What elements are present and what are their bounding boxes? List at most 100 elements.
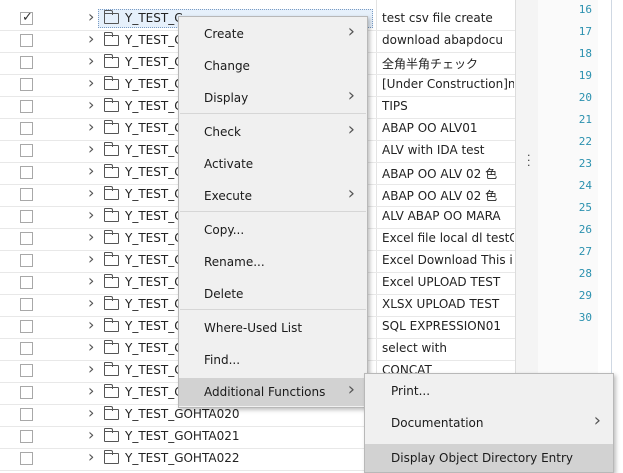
chevron-right-icon[interactable]: › bbox=[88, 7, 94, 26]
object-description: 全角半角チェック bbox=[382, 57, 479, 71]
row-checkbox[interactable] bbox=[20, 100, 33, 113]
menu-item-label: Find... bbox=[204, 353, 241, 367]
chevron-right-icon[interactable]: › bbox=[88, 29, 94, 48]
menu-item-copy[interactable]: Copy... bbox=[179, 216, 367, 244]
row-checkbox[interactable] bbox=[20, 364, 33, 377]
line-number: 30 bbox=[578, 311, 592, 324]
object-name: Y_TEST_C bbox=[125, 99, 183, 113]
menu-item-change[interactable]: Change bbox=[179, 52, 367, 80]
chevron-right-icon[interactable]: › bbox=[88, 117, 94, 136]
submenu-item-print[interactable]: Print... bbox=[365, 377, 613, 405]
chevron-right-icon[interactable]: › bbox=[88, 447, 94, 466]
chevron-right-icon[interactable]: › bbox=[88, 337, 94, 356]
chevron-right-icon[interactable]: › bbox=[88, 227, 94, 246]
row-checkbox[interactable] bbox=[20, 78, 33, 91]
row-checkbox[interactable] bbox=[20, 56, 33, 69]
folder-icon bbox=[104, 340, 119, 354]
row-checkbox[interactable] bbox=[20, 144, 33, 157]
row-checkbox[interactable] bbox=[20, 452, 33, 465]
menu-item-additional-functions[interactable]: Additional Functions › bbox=[179, 378, 367, 406]
chevron-right-icon[interactable]: › bbox=[88, 425, 94, 444]
chevron-right-icon[interactable]: › bbox=[88, 205, 94, 224]
object-name: Y_TEST_C bbox=[125, 231, 183, 245]
chevron-right-icon[interactable]: › bbox=[88, 249, 94, 268]
menu-item-label: Additional Functions bbox=[204, 385, 326, 399]
chevron-right-icon[interactable]: › bbox=[88, 293, 94, 312]
chevron-right-icon[interactable]: › bbox=[88, 271, 94, 290]
object-name: Y_TEST_C bbox=[125, 33, 183, 47]
row-checkbox[interactable] bbox=[20, 188, 33, 201]
object-name: Y_TEST_C bbox=[125, 275, 183, 289]
row-checkbox[interactable] bbox=[20, 232, 33, 245]
object-description: TIPS bbox=[382, 99, 408, 113]
menu-item-find[interactable]: Find... bbox=[179, 346, 367, 374]
menu-item-activate[interactable]: Activate bbox=[179, 150, 367, 178]
chevron-right-icon[interactable]: › bbox=[88, 403, 94, 422]
submenu-item-display-object-directory-entry[interactable]: Display Object Directory Entry bbox=[365, 444, 613, 472]
row-checkbox[interactable] bbox=[20, 386, 33, 399]
chevron-right-icon[interactable]: › bbox=[88, 315, 94, 334]
menu-item-label: Documentation bbox=[391, 416, 484, 430]
folder-icon bbox=[104, 32, 119, 46]
menu-item-rename[interactable]: Rename... bbox=[179, 248, 367, 276]
row-checkbox[interactable] bbox=[20, 10, 33, 25]
menu-item-label: Where-Used List bbox=[204, 321, 303, 335]
line-number: 17 bbox=[578, 25, 592, 38]
object-name: Y_TEST_GOHTA022 bbox=[125, 451, 240, 465]
menu-item-label: Execute bbox=[204, 189, 252, 203]
chevron-right-icon[interactable]: › bbox=[88, 381, 94, 400]
object-name: Y_TEST_C bbox=[125, 297, 183, 311]
chevron-right-icon[interactable]: › bbox=[88, 161, 94, 180]
chevron-right-icon[interactable]: › bbox=[88, 139, 94, 158]
menu-item-display[interactable]: Display › bbox=[179, 84, 367, 112]
folder-icon bbox=[104, 54, 119, 68]
splitter-grip-icon[interactable]: · · · bbox=[527, 150, 531, 171]
chevron-right-icon[interactable]: › bbox=[88, 73, 94, 92]
folder-icon bbox=[104, 384, 119, 398]
row-checkbox[interactable] bbox=[20, 320, 33, 333]
object-description: [Under Construction]n bbox=[382, 77, 514, 91]
row-checkbox[interactable] bbox=[20, 122, 33, 135]
row-checkbox[interactable] bbox=[20, 298, 33, 311]
object-description: XLSX UPLOAD TEST bbox=[382, 297, 500, 311]
object-name: Y_TEST_C bbox=[125, 77, 183, 91]
menu-separator bbox=[180, 211, 366, 212]
row-checkbox[interactable] bbox=[20, 430, 33, 443]
submenu-arrow-icon: › bbox=[593, 410, 601, 431]
chevron-right-icon[interactable]: › bbox=[88, 183, 94, 202]
object-name: Y_TEST_C bbox=[125, 165, 183, 179]
line-number: 20 bbox=[578, 91, 592, 104]
menu-item-label: Check bbox=[204, 125, 241, 139]
chevron-right-icon[interactable]: › bbox=[88, 359, 94, 378]
row-checkbox[interactable] bbox=[20, 342, 33, 355]
row-checkbox[interactable] bbox=[20, 276, 33, 289]
row-checkbox[interactable] bbox=[20, 166, 33, 179]
menu-item-where-used-list[interactable]: Where-Used List bbox=[179, 314, 367, 342]
menu-item-label: Rename... bbox=[204, 255, 265, 269]
menu-item-create[interactable]: Create › bbox=[179, 20, 367, 48]
context-menu: Create › Change Display › Check › Activate Execu… bbox=[178, 16, 368, 408]
submenu-arrow-icon: › bbox=[347, 85, 355, 106]
row-checkbox[interactable] bbox=[20, 408, 33, 421]
line-number: 19 bbox=[578, 69, 592, 82]
object-name: Y_TEST_C bbox=[125, 209, 183, 223]
menu-item-label: Create bbox=[204, 27, 244, 41]
menu-item-execute[interactable]: Execute › bbox=[179, 182, 367, 210]
submenu-arrow-icon: › bbox=[347, 183, 355, 204]
chevron-right-icon[interactable]: › bbox=[88, 51, 94, 70]
folder-icon bbox=[104, 252, 119, 266]
menu-item-label: Display Object Directory Entry bbox=[391, 451, 573, 465]
folder-icon bbox=[104, 10, 119, 24]
menu-item-check[interactable]: Check › bbox=[179, 118, 367, 146]
chevron-right-icon[interactable]: › bbox=[88, 95, 94, 114]
row-checkbox[interactable] bbox=[20, 210, 33, 223]
row-checkbox[interactable] bbox=[20, 34, 33, 47]
menu-item-delete[interactable]: Delete bbox=[179, 280, 367, 308]
row-checkbox[interactable] bbox=[20, 254, 33, 267]
object-description: ABAP OO ALV 02 色 bbox=[382, 189, 498, 203]
submenu-item-documentation[interactable]: Documentation › bbox=[365, 409, 613, 437]
object-description: select with bbox=[382, 341, 447, 355]
line-number: 23 bbox=[578, 157, 592, 170]
folder-icon bbox=[104, 318, 119, 332]
menu-item-label: Change bbox=[204, 59, 250, 73]
